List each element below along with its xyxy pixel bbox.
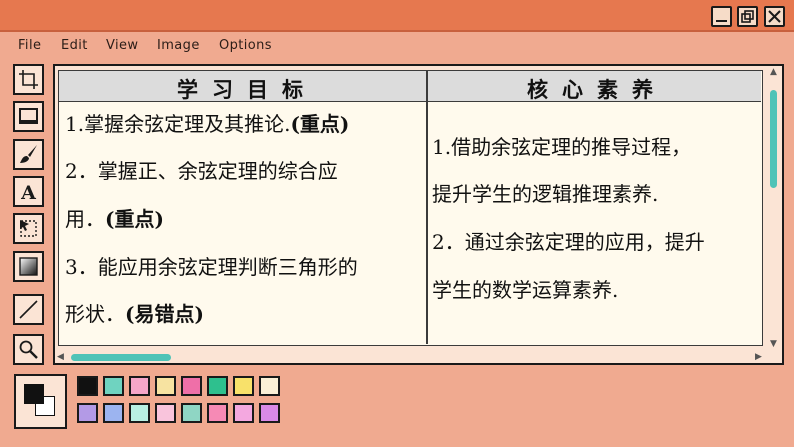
tool-magnifier[interactable] [13, 334, 44, 365]
horizontal-scrollbar[interactable]: ◀ ▶ [55, 351, 767, 364]
svg-text:A: A [20, 182, 36, 202]
color-swatch[interactable] [181, 403, 202, 423]
menu-bar: File Edit View Image Options [0, 32, 794, 58]
left-header: 学习目标 [177, 77, 317, 102]
right-line-3: 2．通过余弦定理的应用，提升 [432, 230, 705, 254]
color-swatch[interactable] [77, 403, 98, 423]
menu-edit[interactable]: Edit [61, 38, 88, 53]
crop-icon [19, 70, 38, 89]
left-line-1: 1.掌握余弦定理及其推论.(重点) [65, 112, 350, 136]
color-swatch[interactable] [207, 403, 228, 423]
left-line-4: 3．能应用余弦定理判断三角形的 [65, 255, 358, 279]
tool-brush[interactable] [13, 139, 44, 170]
rectangle-select-icon [19, 108, 38, 124]
right-line-2: 提升学生的逻辑推理素养. [432, 182, 659, 206]
horizontal-scroll-thumb[interactable] [71, 354, 171, 361]
restore-icon [741, 10, 754, 23]
title-bar [0, 0, 794, 32]
color-swatch[interactable] [181, 376, 202, 396]
right-line-4: 学生的数学运算素养. [432, 278, 619, 302]
gradient-icon [19, 257, 38, 276]
close-button[interactable] [764, 6, 785, 27]
current-colors[interactable] [14, 374, 67, 429]
tool-gradient[interactable] [13, 251, 44, 282]
tool-text[interactable]: A [13, 176, 44, 207]
brush-icon [20, 145, 37, 163]
tool-free-select[interactable] [13, 213, 44, 244]
tool-rectangle-select[interactable] [13, 101, 44, 132]
scroll-right-icon[interactable]: ▶ [755, 353, 762, 362]
left-line-3: 用．(重点) [65, 207, 164, 231]
color-swatch[interactable] [155, 376, 176, 396]
menu-file[interactable]: File [18, 38, 41, 53]
menu-view[interactable]: View [106, 38, 138, 53]
scroll-down-icon[interactable]: ▼ [770, 340, 777, 349]
right-line-1: 1.借助余弦定理的推导过程， [432, 135, 692, 159]
restore-button[interactable] [737, 6, 758, 27]
color-swatch[interactable] [155, 403, 176, 423]
line-icon [19, 300, 38, 319]
left-line-5: 形状．(易错点) [65, 302, 204, 326]
left-line-2: 2．掌握正、余弦定理的综合应 [65, 159, 338, 183]
color-swatch[interactable] [259, 376, 280, 396]
table-header-row: 学习目标 核心素养 [59, 71, 761, 102]
tool-line[interactable] [13, 294, 44, 325]
right-header: 核心素养 [527, 77, 667, 102]
scroll-left-icon[interactable]: ◀ [57, 353, 64, 362]
vertical-scrollbar[interactable]: ▲ ▼ [767, 66, 782, 349]
menu-options[interactable]: Options [219, 38, 272, 53]
tool-crop[interactable] [13, 64, 44, 95]
color-swatch[interactable] [233, 376, 254, 396]
scroll-up-icon[interactable]: ▲ [770, 68, 777, 77]
menu-image[interactable]: Image [157, 38, 200, 53]
color-swatch[interactable] [259, 403, 280, 423]
color-swatch[interactable] [77, 376, 98, 396]
text-icon: A [20, 182, 36, 202]
foreground-color[interactable] [24, 384, 44, 404]
color-swatch[interactable] [207, 376, 228, 396]
color-swatch[interactable] [103, 403, 124, 423]
vertical-scroll-thumb[interactable] [770, 90, 777, 188]
color-swatch[interactable] [129, 376, 150, 396]
column-divider [426, 71, 428, 344]
color-swatch[interactable] [233, 403, 254, 423]
minimize-button[interactable] [711, 6, 732, 27]
document-table: 学习目标 核心素养 1.掌握余弦定理及其推论.(重点) 2．掌握正、余弦定理的综… [58, 70, 763, 346]
free-select-icon [20, 220, 37, 237]
magnifier-icon [19, 340, 38, 359]
close-icon [768, 10, 781, 23]
minimize-icon [716, 20, 727, 22]
color-swatch[interactable] [129, 403, 150, 423]
color-swatch[interactable] [103, 376, 124, 396]
